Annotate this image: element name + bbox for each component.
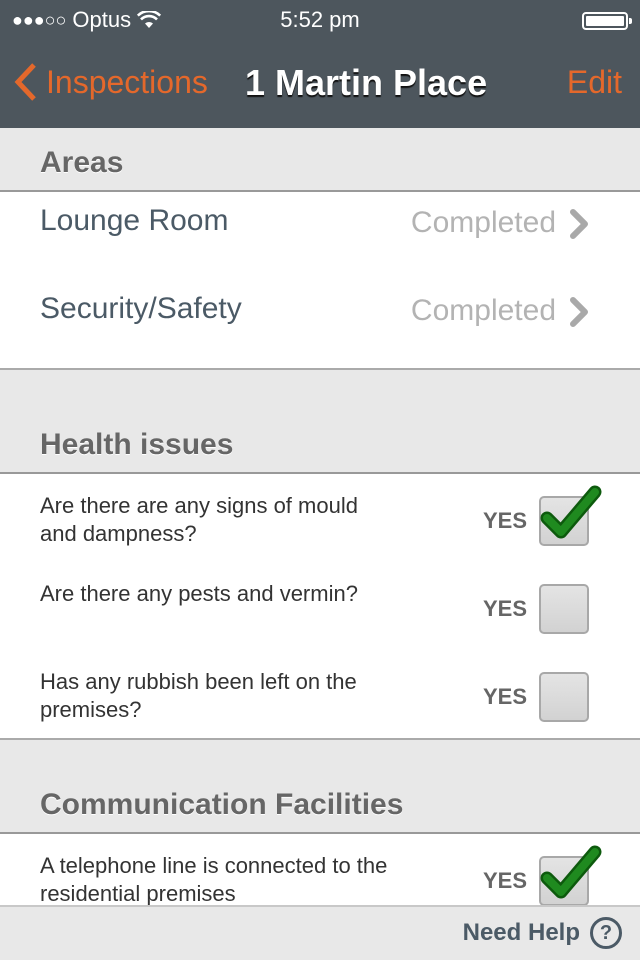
chevron-right-icon [570, 297, 588, 327]
scroll-content[interactable]: Areas Lounge Room Completed Security/Saf… [0, 128, 640, 905]
footer-bar: Need Help ? [0, 905, 640, 960]
edit-button[interactable]: Edit [567, 64, 622, 101]
question-text: Has any rubbish been left on the premise… [40, 669, 357, 722]
yes-label: YES [482, 596, 527, 621]
yes-label: YES [482, 684, 527, 709]
question-text: Are there are any signs of mould and dam… [40, 493, 358, 546]
area-status: Completed [410, 294, 556, 327]
clock: 5:52 pm [280, 7, 360, 32]
checkmark-icon [540, 485, 602, 539]
chevron-left-icon [14, 63, 36, 101]
area-label: Security/Safety [40, 292, 242, 325]
yes-label: YES [482, 508, 527, 533]
question-text: A telephone line is connected to the res… [40, 853, 388, 905]
section-spacer [0, 738, 640, 782]
section-title: Areas [40, 146, 124, 179]
communication-list: A telephone line is connected to the res… [0, 834, 640, 905]
areas-list: Lounge Room Completed Security/Safety Co… [0, 192, 640, 368]
question-row: Are there are any signs of mould and dam… [0, 474, 640, 562]
need-help-button[interactable]: Need Help ? [463, 917, 622, 949]
top-bar: ●●●○○ Optus 5:52 pm Inspections 1 Martin… [0, 0, 640, 128]
question-row: Are there any pests and vermin? YES [0, 562, 640, 650]
back-label: Inspections [46, 63, 208, 100]
section-title: Health issues [40, 428, 234, 461]
area-row-lounge-room[interactable]: Lounge Room Completed [0, 192, 640, 280]
section-header-areas: Areas [0, 128, 640, 192]
back-button[interactable]: Inspections [14, 62, 208, 102]
yes-label: YES [482, 868, 527, 893]
health-list: Are there are any signs of mould and dam… [0, 474, 640, 738]
yes-checkbox[interactable] [539, 672, 589, 722]
section-spacer [0, 368, 640, 408]
area-row-security-safety[interactable]: Security/Safety Completed [0, 280, 640, 368]
area-status: Completed [410, 206, 556, 239]
question-row: A telephone line is connected to the res… [0, 834, 640, 905]
yes-checkbox[interactable] [539, 584, 589, 634]
navigation-bar: Inspections 1 Martin Place Edit [0, 40, 640, 128]
help-label: Need Help [462, 919, 580, 946]
page-title: 1 Martin Place [245, 62, 488, 103]
checkmark-icon [540, 845, 602, 899]
status-bar: ●●●○○ Optus 5:52 pm [0, 0, 640, 40]
question-text: Are there any pests and vermin? [40, 581, 358, 606]
help-icon: ? [590, 917, 622, 949]
section-header-communication: Communication Facilities [0, 782, 640, 834]
chevron-right-icon [570, 209, 588, 239]
yes-checkbox[interactable] [539, 485, 602, 546]
section-header-health: Health issues [0, 408, 640, 474]
battery-icon [582, 12, 632, 30]
question-row: Has any rubbish been left on the premise… [0, 650, 640, 738]
area-label: Lounge Room [40, 204, 229, 237]
section-title: Communication Facilities [40, 788, 404, 821]
yes-checkbox[interactable] [539, 845, 602, 905]
